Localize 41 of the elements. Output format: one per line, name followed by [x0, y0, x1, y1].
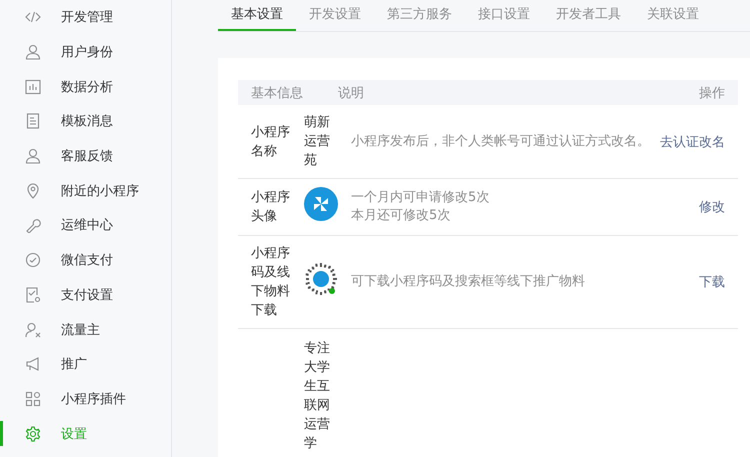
sidebar-item[interactable]: 模板消息	[0, 104, 171, 139]
sidebar-item[interactable]: 运维中心	[0, 208, 171, 243]
description-text: 可下载小程序码及搜索框等线下推广物料	[351, 273, 586, 291]
wrench-icon	[25, 217, 41, 234]
description-text: 本月还可修改5次	[351, 207, 452, 225]
location-pin-icon	[25, 182, 41, 199]
sidebar-item[interactable]: 小程序插件	[0, 382, 171, 416]
sidebar-item[interactable]: 用户身份	[0, 34, 171, 70]
document-icon	[25, 113, 41, 130]
column-header: 操作	[658, 80, 738, 105]
sidebar-item[interactable]: 附近的小程序	[0, 173, 171, 208]
description-text: 一个月内可申请修改5次	[351, 189, 490, 207]
user-icon	[25, 44, 41, 60]
description-text: 小程序发布后，非个人类帐号可通过认证方式改名。	[351, 132, 651, 150]
action-link[interactable]: 下载	[699, 275, 725, 290]
sidebar-item[interactable]: 推广	[0, 346, 171, 382]
field-label: 小程序头像	[238, 178, 304, 236]
field-value: 萌新运营苑	[304, 114, 331, 170]
chart-icon	[25, 78, 41, 95]
mini-program-code	[304, 262, 338, 296]
field-label: 小程序名称	[238, 105, 304, 178]
tab[interactable]: 基本设置	[218, 0, 296, 31]
user-icon	[25, 148, 41, 164]
avatar-logo	[304, 187, 338, 221]
column-header: 说明	[338, 80, 658, 105]
sidebar-item[interactable]: 流量主	[0, 312, 171, 347]
action-link[interactable]: 去认证改名	[660, 134, 725, 150]
field-label: 小程序码及线下物料下载	[238, 236, 304, 328]
sidebar-item[interactable]: 微信支付	[0, 242, 171, 278]
megaphone-icon	[25, 356, 41, 372]
sidebar-item[interactable]: 数据分析	[0, 69, 171, 104]
action-link[interactable]: 修改	[699, 200, 725, 215]
sidebar-item[interactable]: 开发管理	[0, 0, 171, 35]
column-header: 基本信息	[238, 80, 338, 105]
active-indicator	[0, 421, 3, 446]
user-cross-icon	[25, 322, 41, 338]
sidebar-item[interactable]: 客服反馈	[0, 138, 171, 174]
settings-icon	[25, 426, 41, 442]
field-value: 专注大学生互联网运营学	[304, 340, 331, 453]
sidebar-item[interactable]: 支付设置	[0, 278, 171, 312]
grid-icon	[25, 390, 41, 407]
